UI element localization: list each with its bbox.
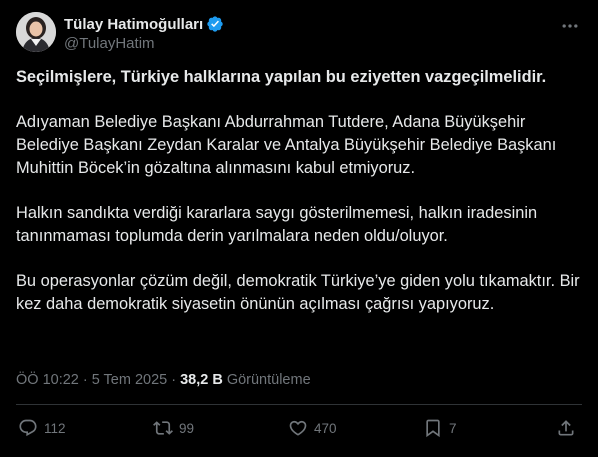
name-row: Tülay Hatimoğulları [64, 14, 224, 34]
verified-badge-icon [207, 16, 223, 32]
display-name[interactable]: Tülay Hatimoğulları [64, 16, 203, 33]
repost-button[interactable]: 99 [153, 418, 194, 438]
views-count: 38,2 B [180, 372, 223, 388]
bookmark-button[interactable]: 7 [423, 418, 457, 438]
tweet-paragraph-3: Halkın sandıkta verdiği kararlara saygı … [16, 204, 538, 245]
tweet: Tülay Hatimoğulları @TulayHatim Seçilmiş… [0, 0, 598, 457]
meta-separator: · [171, 372, 177, 388]
tweet-text: Seçilmişlere, Türkiye halklarına yapılan… [16, 66, 582, 338]
tweet-paragraph-4: Bu operasyonlar çözüm değil, demokratik … [16, 272, 580, 313]
tweet-paragraph-2: Adıyaman Belediye Başkanı Abdurrahman Tu… [16, 113, 557, 177]
tweet-time[interactable]: ÖÖ 10:22 [16, 372, 79, 388]
share-icon [558, 420, 574, 436]
heart-icon [289, 420, 307, 436]
author-names: Tülay Hatimoğulları @TulayHatim [64, 14, 224, 52]
more-icon[interactable] [558, 16, 582, 36]
tweet-header: Tülay Hatimoğulları @TulayHatim [16, 12, 582, 56]
share-button[interactable] [556, 418, 576, 438]
reply-count: 112 [44, 420, 66, 436]
tweet-date[interactable]: 5 Tem 2025 [92, 372, 168, 388]
meta-separator: · [82, 372, 88, 388]
repost-icon [153, 421, 173, 435]
handle[interactable]: @TulayHatim [64, 35, 224, 52]
reply-button[interactable]: 112 [18, 418, 66, 438]
action-bar: 112 99 470 7 [16, 418, 582, 446]
views-label: Görüntüleme [226, 372, 311, 388]
avatar[interactable] [16, 12, 56, 52]
divider [16, 404, 582, 405]
like-count: 470 [314, 420, 337, 436]
like-button[interactable]: 470 [288, 418, 337, 438]
tweet-meta: ÖÖ 10:22 · 5 Tem 2025 · 38,2 B Görüntüle… [16, 372, 311, 388]
bookmark-count: 7 [449, 420, 457, 436]
repost-count: 99 [179, 420, 195, 436]
tweet-paragraph-1: Seçilmişlere, Türkiye halklarına yapılan… [16, 68, 547, 86]
bookmark-icon [426, 419, 440, 438]
reply-icon [19, 419, 37, 437]
